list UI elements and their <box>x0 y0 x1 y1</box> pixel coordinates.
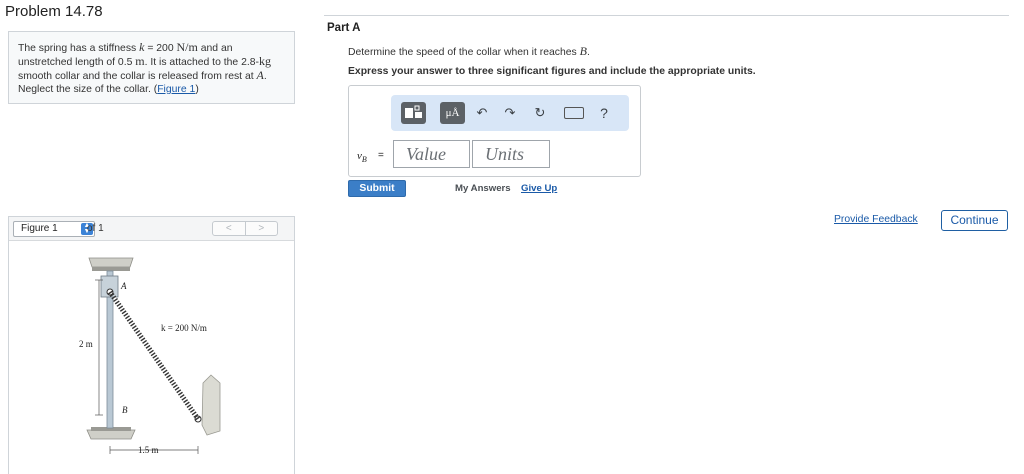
problem-text-2: = 200 <box>144 43 177 54</box>
prev-figure-button[interactable]: < <box>213 222 246 235</box>
part-label: Part A <box>327 22 361 34</box>
keyboard-icon[interactable] <box>564 107 584 119</box>
figure-select-value: Figure 1 <box>21 223 58 234</box>
bottom-support <box>86 429 136 440</box>
units-input[interactable] <box>472 140 550 168</box>
redo-icon[interactable]: ↷ <box>501 104 519 122</box>
provide-feedback-link[interactable]: Provide Feedback <box>834 214 918 225</box>
units-icon: μÅ <box>445 107 460 119</box>
question-text: Determine the speed of the collar when i… <box>348 44 590 59</box>
label-height: 2 m <box>79 339 93 349</box>
value-input[interactable] <box>393 140 470 168</box>
figure-count: of 1 <box>87 223 104 234</box>
label-k: k = 200 N/m <box>161 323 207 333</box>
undo-icon[interactable]: ↶ <box>473 104 491 122</box>
part-divider <box>324 15 1009 16</box>
answer-box: μÅ ↶ ↷ ↻ ? vB = <box>348 85 641 177</box>
question-body: Determine the speed of the collar when i… <box>348 47 580 58</box>
problem-text-1: The spring has a stiffness <box>18 43 140 54</box>
help-icon[interactable]: ? <box>595 104 613 122</box>
stiffness-unit: N/m <box>176 40 198 54</box>
continue-button[interactable]: Continue <box>941 210 1008 231</box>
templates-button[interactable] <box>401 102 426 124</box>
problem-text-7: ) <box>195 83 199 95</box>
problem-text-5: smooth collar and the collar is released… <box>18 71 257 83</box>
reset-icon[interactable]: ↻ <box>531 104 549 122</box>
figure-panel: Figure 1 ▲ ▼ of 1 < > A B k = 200 N/m 2 m… <box>8 216 295 474</box>
problem-text-4: . It is attached to the 2.8- <box>144 57 259 69</box>
figure-select[interactable]: Figure 1 ▲ ▼ <box>13 221 95 237</box>
my-answers-link[interactable]: My Answers <box>455 183 511 194</box>
question-point: B <box>579 44 587 58</box>
mass-unit: kg <box>258 54 271 69</box>
top-support <box>88 257 134 268</box>
answer-equals: = <box>378 150 384 161</box>
question-end: . <box>586 47 590 58</box>
answer-variable: vB <box>357 150 367 164</box>
figure-diagram: A B k = 200 N/m 2 m 1.5 m <box>79 257 221 455</box>
top-plate <box>92 267 130 271</box>
units-button[interactable]: μÅ <box>440 102 465 124</box>
problem-statement: The spring has a stiffness k = 200 N/m a… <box>8 31 295 104</box>
wall-anchor <box>201 374 221 436</box>
answer-toolbar: μÅ ↶ ↷ ↻ ? <box>391 95 629 131</box>
submit-button[interactable]: Submit <box>348 180 406 197</box>
answer-instruction: Express your answer to three significant… <box>348 66 756 77</box>
next-figure-button[interactable]: > <box>246 222 278 235</box>
give-up-link[interactable]: Give Up <box>521 183 557 194</box>
label-b: B <box>122 405 128 415</box>
problem-title: Problem 14.78 <box>5 3 103 20</box>
figure-toolbar: Figure 1 ▲ ▼ of 1 < > <box>9 217 294 241</box>
figure-nav: < > <box>212 221 278 236</box>
length-unit: m <box>135 54 145 69</box>
figure-link[interactable]: Figure 1 <box>157 84 195 95</box>
templates-icon <box>405 105 422 118</box>
answer-variable-subscript: B <box>361 155 367 165</box>
point-a-symbol: A <box>256 68 264 83</box>
label-a: A <box>120 281 127 291</box>
spring <box>107 290 201 421</box>
label-width: 1.5 m <box>138 445 159 455</box>
